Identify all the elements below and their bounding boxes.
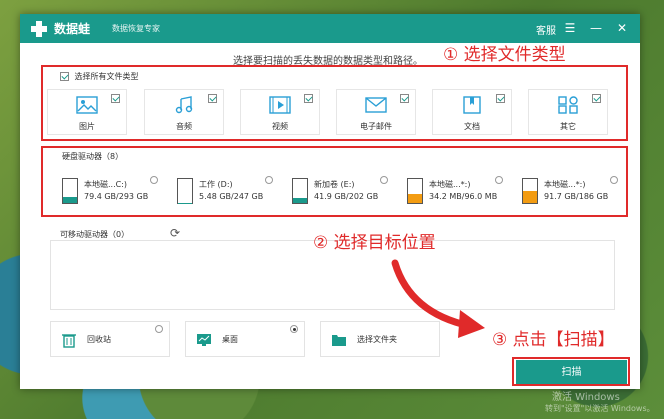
minimize-icon[interactable]: — — [589, 21, 603, 35]
folder-icon — [332, 335, 346, 346]
arrow-icon — [391, 259, 485, 338]
location-desktop[interactable]: 桌面 — [185, 321, 305, 357]
location-radio[interactable] — [290, 325, 298, 333]
scan-highlight — [512, 357, 630, 386]
app-subtitle: 数据恢复专家 — [112, 24, 160, 33]
menu-icon[interactable]: ☰ — [563, 21, 577, 35]
recycle-bin-icon — [62, 334, 76, 348]
desktop-icon — [197, 334, 211, 346]
location-radio[interactable] — [155, 325, 163, 333]
app-name: 数据蛙 — [54, 22, 91, 36]
customer-service-link[interactable]: 客服 — [536, 22, 556, 37]
windows-watermark-title: 激活 Windows — [552, 392, 620, 403]
app-logo-icon — [31, 21, 47, 37]
step1-annotation: ① 选择文件类型 — [443, 45, 566, 65]
location-label: 回收站 — [87, 335, 111, 344]
removable-drives-title: 可移动驱动器（0） — [60, 230, 130, 239]
step3-annotation: ③ 点击【扫描】 — [492, 330, 615, 350]
close-icon[interactable]: ✕ — [615, 21, 629, 35]
windows-watermark-subtitle: 转到"设置"以激活 Windows。 — [545, 404, 655, 413]
file-types-highlight — [41, 65, 628, 141]
step2-annotation: ② 选择目标位置 — [313, 233, 436, 253]
title-bar: 数据蛙 数据恢复专家 客服 ☰ — ✕ — [20, 14, 640, 43]
drives-highlight — [41, 146, 628, 217]
location-recycle-bin[interactable]: 回收站 — [50, 321, 170, 357]
refresh-icon[interactable]: ⟳ — [170, 226, 180, 240]
location-label: 桌面 — [222, 335, 238, 344]
